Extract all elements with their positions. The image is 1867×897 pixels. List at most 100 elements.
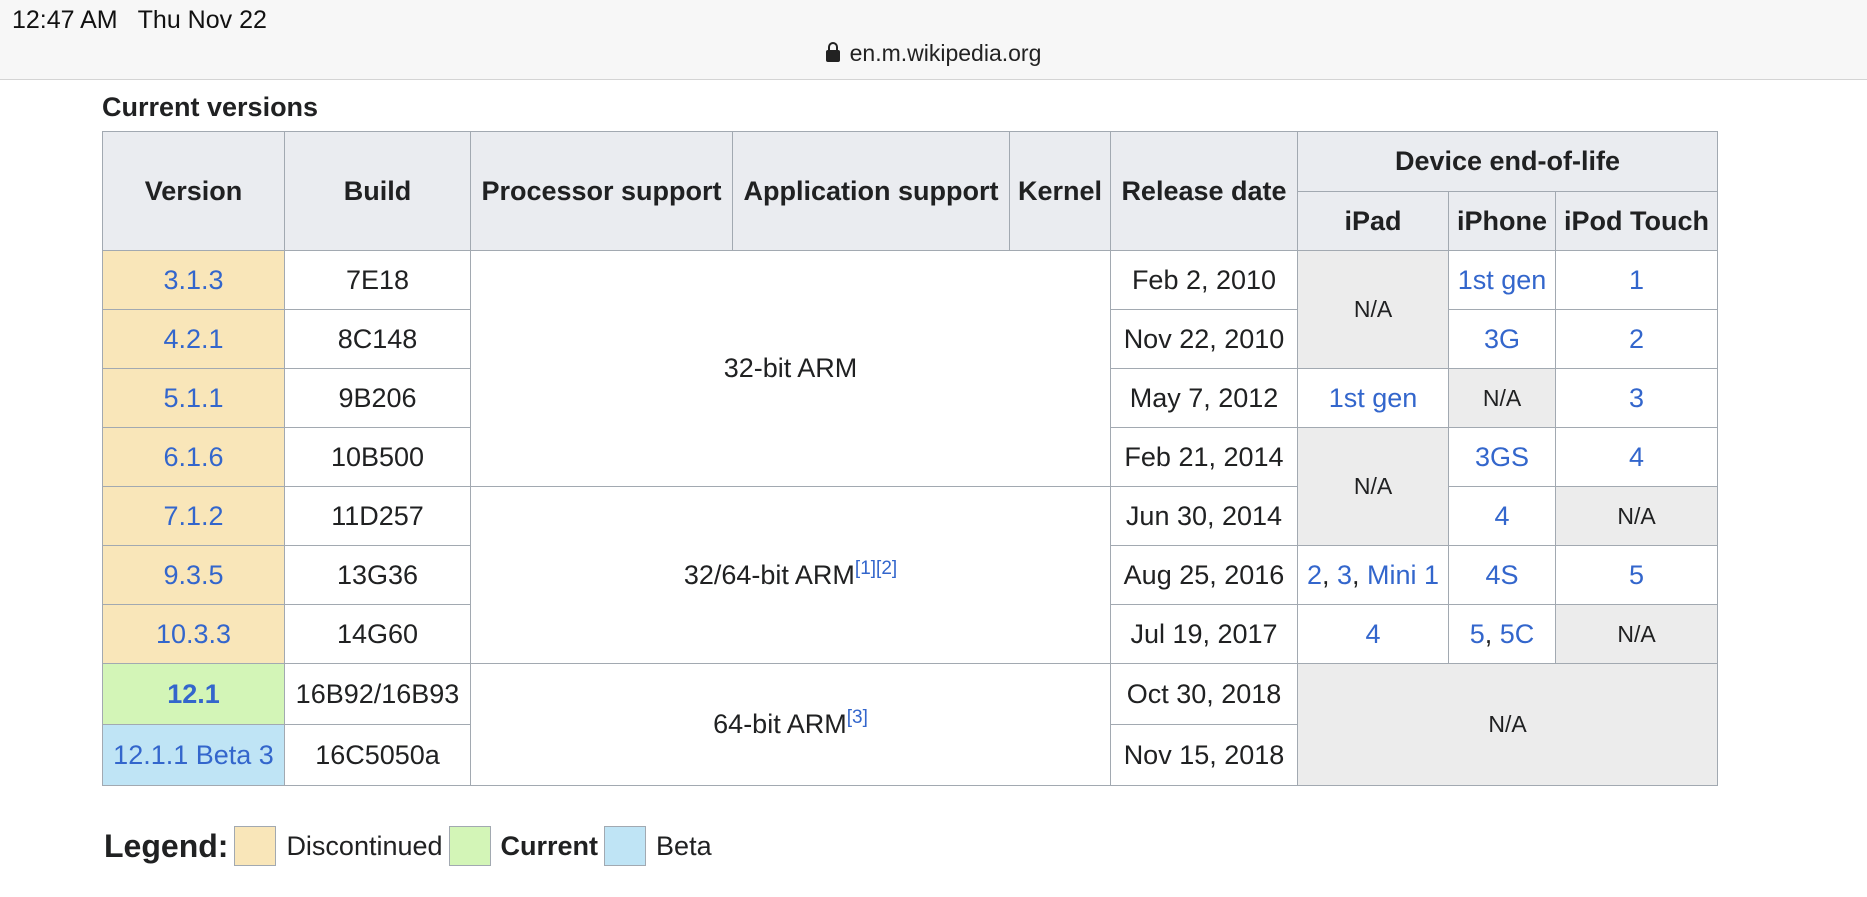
iphone-link[interactable]: 4 xyxy=(1494,501,1509,531)
ipod-link[interactable]: 4 xyxy=(1629,442,1644,472)
architecture-label: 32/64-bit ARM xyxy=(683,559,855,590)
iphone-cell[interactable]: 1st gen xyxy=(1448,250,1556,310)
ipod-cell[interactable]: 4 xyxy=(1555,427,1718,487)
legend-swatch-current xyxy=(448,826,491,866)
header-processor-support: Processor support xyxy=(470,131,733,251)
ipod-cell[interactable]: 1 xyxy=(1555,250,1718,310)
version-link[interactable]: 6.1.6 xyxy=(163,442,223,472)
header-kernel: Kernel xyxy=(1009,131,1111,251)
version-cell[interactable]: 4.2.1 xyxy=(102,309,285,369)
build-cell: 16B92/16B93 xyxy=(284,663,471,725)
table-row: 3.1.3 7E18 32-bit ARM Feb 2, 2010 N/A 1s… xyxy=(102,250,1718,487)
browser-status-bar: 12:47 AM Thu Nov 22 en.m.wikipedia.org xyxy=(0,0,1867,80)
ipad-cell[interactable]: 1st gen xyxy=(1297,368,1449,428)
build-cell: 13G36 xyxy=(284,545,471,605)
reference-link[interactable]: [1] xyxy=(855,558,876,579)
version-link[interactable]: 9.3.5 xyxy=(163,560,223,590)
build-cell: 9B206 xyxy=(284,368,471,428)
lock-icon xyxy=(825,42,840,62)
legend-label-beta: Beta xyxy=(656,830,712,861)
ipad-na-cell: N/A xyxy=(1297,427,1449,546)
architecture-cell: 64-bit ARM[3] xyxy=(470,663,1111,786)
eol-na-cell: N/A xyxy=(1297,663,1718,786)
release-date-cell: Oct 30, 2018 xyxy=(1110,663,1298,725)
ipad-link[interactable]: 4 xyxy=(1365,619,1380,649)
build-cell: 10B500 xyxy=(284,427,471,487)
version-cell[interactable]: 7.1.2 xyxy=(102,486,285,546)
version-link[interactable]: 7.1.2 xyxy=(163,501,223,531)
release-date-cell: Nov 15, 2018 xyxy=(1110,724,1298,786)
header-iphone: iPhone xyxy=(1448,191,1556,251)
header-ipod-touch: iPod Touch xyxy=(1555,191,1718,251)
ipod-link[interactable]: 3 xyxy=(1629,383,1644,413)
status-time: 12:47 AM xyxy=(12,6,118,34)
header-build: Build xyxy=(284,131,471,251)
iphone-cell[interactable]: 3GS xyxy=(1448,427,1556,487)
version-link[interactable]: 3.1.3 xyxy=(163,265,223,295)
legend-title: Legend: xyxy=(104,827,229,864)
iphone-cell[interactable]: 5, 5C xyxy=(1448,604,1556,664)
build-cell: 14G60 xyxy=(284,604,471,664)
version-cell[interactable]: 6.1.6 xyxy=(102,427,285,487)
ipod-cell[interactable]: 2 xyxy=(1555,309,1718,369)
iphone-link[interactable]: 4S xyxy=(1485,560,1518,590)
header-ipad: iPad xyxy=(1297,191,1449,251)
ipod-link[interactable]: 2 xyxy=(1629,324,1644,354)
version-cell[interactable]: 9.3.5 xyxy=(102,545,285,605)
legend-label-discontinued: Discontinued xyxy=(286,830,443,861)
version-link[interactable]: 12.1 xyxy=(167,679,220,709)
architecture-cell: 32-bit ARM xyxy=(470,250,1111,487)
version-cell[interactable]: 12.1 xyxy=(102,663,285,725)
release-date-cell: Feb 2, 2010 xyxy=(1110,250,1298,310)
reference-link[interactable]: [3] xyxy=(847,707,868,728)
ipod-na-cell: N/A xyxy=(1555,486,1718,546)
header-version: Version xyxy=(102,131,285,251)
version-cell[interactable]: 3.1.3 xyxy=(102,250,285,310)
legend-swatch-beta xyxy=(604,826,647,866)
ipod-cell[interactable]: 5 xyxy=(1555,545,1718,605)
version-cell[interactable]: 5.1.1 xyxy=(102,368,285,428)
build-cell: 7E18 xyxy=(284,250,471,310)
ipad-cell[interactable]: 2, 3, Mini 1 xyxy=(1297,545,1449,605)
ipad-link[interactable]: Mini 1 xyxy=(1367,560,1439,590)
version-link[interactable]: 4.2.1 xyxy=(163,324,223,354)
iphone-cell[interactable]: 4 xyxy=(1448,486,1556,546)
release-date-cell: Jun 30, 2014 xyxy=(1110,486,1298,546)
legend-label-current: Current xyxy=(500,830,599,861)
release-date-cell: Jul 19, 2017 xyxy=(1110,604,1298,664)
iphone-link[interactable]: 5C xyxy=(1500,619,1535,649)
ipad-link[interactable]: 1st gen xyxy=(1329,383,1418,413)
legend: Legend: Discontinued Current Beta xyxy=(104,826,718,866)
version-cell[interactable]: 12.1.1 Beta 3 xyxy=(102,724,285,786)
reference-link[interactable]: [2] xyxy=(876,558,897,579)
ipod-link[interactable]: 1 xyxy=(1629,265,1644,295)
url-text[interactable]: en.m.wikipedia.org xyxy=(850,40,1042,66)
version-link[interactable]: 12.1.1 Beta 3 xyxy=(113,740,274,770)
ipod-cell[interactable]: 3 xyxy=(1555,368,1718,428)
header-release-date: Release date xyxy=(1110,131,1298,251)
iphone-link[interactable]: 5 xyxy=(1470,619,1485,649)
release-date-cell: Feb 21, 2014 xyxy=(1110,427,1298,487)
version-cell[interactable]: 10.3.3 xyxy=(102,604,285,664)
architecture-cell: 32/64-bit ARM[1][2] xyxy=(470,486,1111,664)
architecture-label: 64-bit ARM xyxy=(713,709,847,739)
ipod-link[interactable]: 5 xyxy=(1629,560,1644,590)
iphone-link[interactable]: 3GS xyxy=(1475,442,1529,472)
ipad-link[interactable]: 3 xyxy=(1337,560,1352,590)
iphone-link[interactable]: 1st gen xyxy=(1458,265,1547,295)
address-bar[interactable]: en.m.wikipedia.org xyxy=(0,40,1867,67)
version-link[interactable]: 5.1.1 xyxy=(163,383,223,413)
iphone-link[interactable]: 3G xyxy=(1484,324,1520,354)
header-device-end-of-life: Device end-of-life xyxy=(1297,131,1718,192)
ipod-na-cell: N/A xyxy=(1555,604,1718,664)
version-link[interactable]: 10.3.3 xyxy=(156,619,231,649)
status-clock: 12:47 AM Thu Nov 22 xyxy=(12,6,267,35)
ipad-link[interactable]: 2 xyxy=(1307,560,1322,590)
iphone-cell[interactable]: 3G xyxy=(1448,309,1556,369)
status-date: Thu Nov 22 xyxy=(137,6,267,34)
table-row: 7.1.2 11D257 32/64-bit ARM[1][2] Jun 30,… xyxy=(102,486,1718,664)
ipad-cell[interactable]: 4 xyxy=(1297,604,1449,664)
release-date-cell: Nov 22, 2010 xyxy=(1110,309,1298,369)
versions-table: Version Build Processor support Applicat… xyxy=(102,131,1718,786)
iphone-cell[interactable]: 4S xyxy=(1448,545,1556,605)
